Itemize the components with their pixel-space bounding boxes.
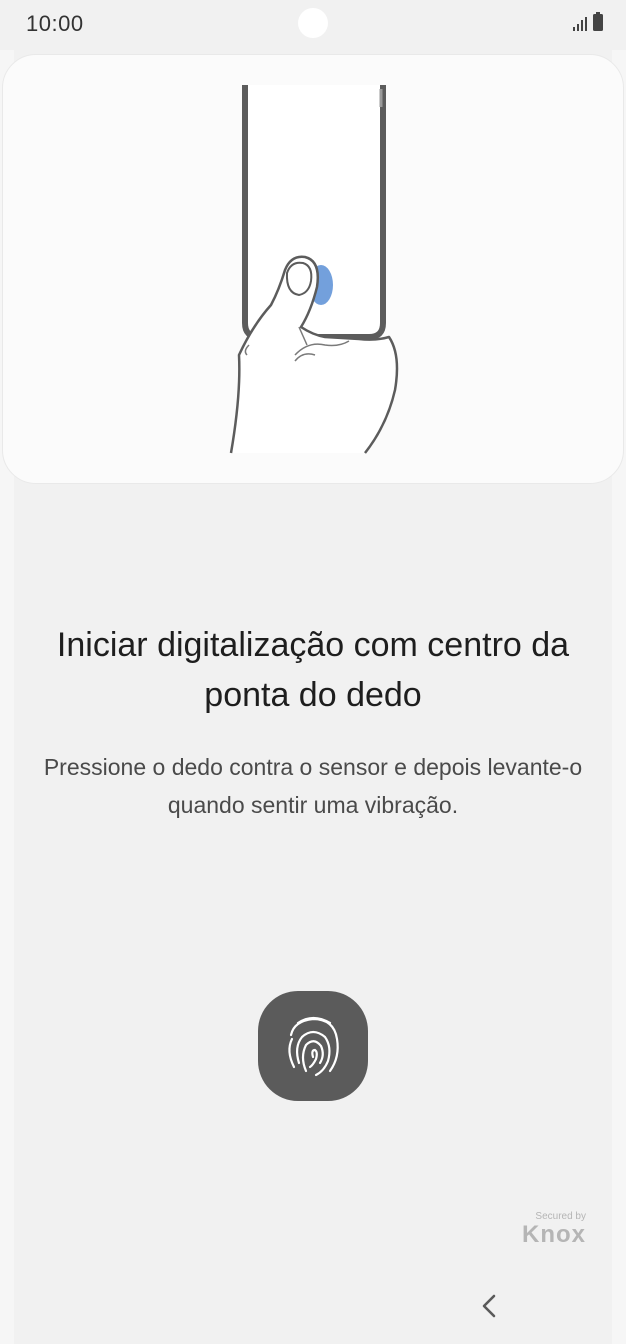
instruction-text: Pressione o dedo contra o sensor e depoi… [43,754,583,818]
fingerprint-sensor-button[interactable] [258,991,368,1101]
signal-icon [573,17,587,31]
status-time: 10:00 [26,11,84,36]
knox-brand: Knox [522,1221,586,1248]
fingerprint-registration-screen: 10:00 Iniciar digitalização com centro d… [0,0,626,1344]
back-button[interactable] [470,1286,510,1326]
finger-on-sensor-illustration [229,85,399,454]
battery-icon [593,12,603,31]
fingerprint-icon [288,1016,339,1077]
illustration-card [2,54,624,484]
front-camera-cutout [298,8,328,38]
page-title: Iniciar digitalização com centro da pont… [56,626,570,714]
knox-badge: Secured by Knox [522,1211,586,1247]
status-bar: 10:00 [0,0,626,50]
status-icons [572,12,604,32]
chevron-left-icon [482,1294,496,1318]
